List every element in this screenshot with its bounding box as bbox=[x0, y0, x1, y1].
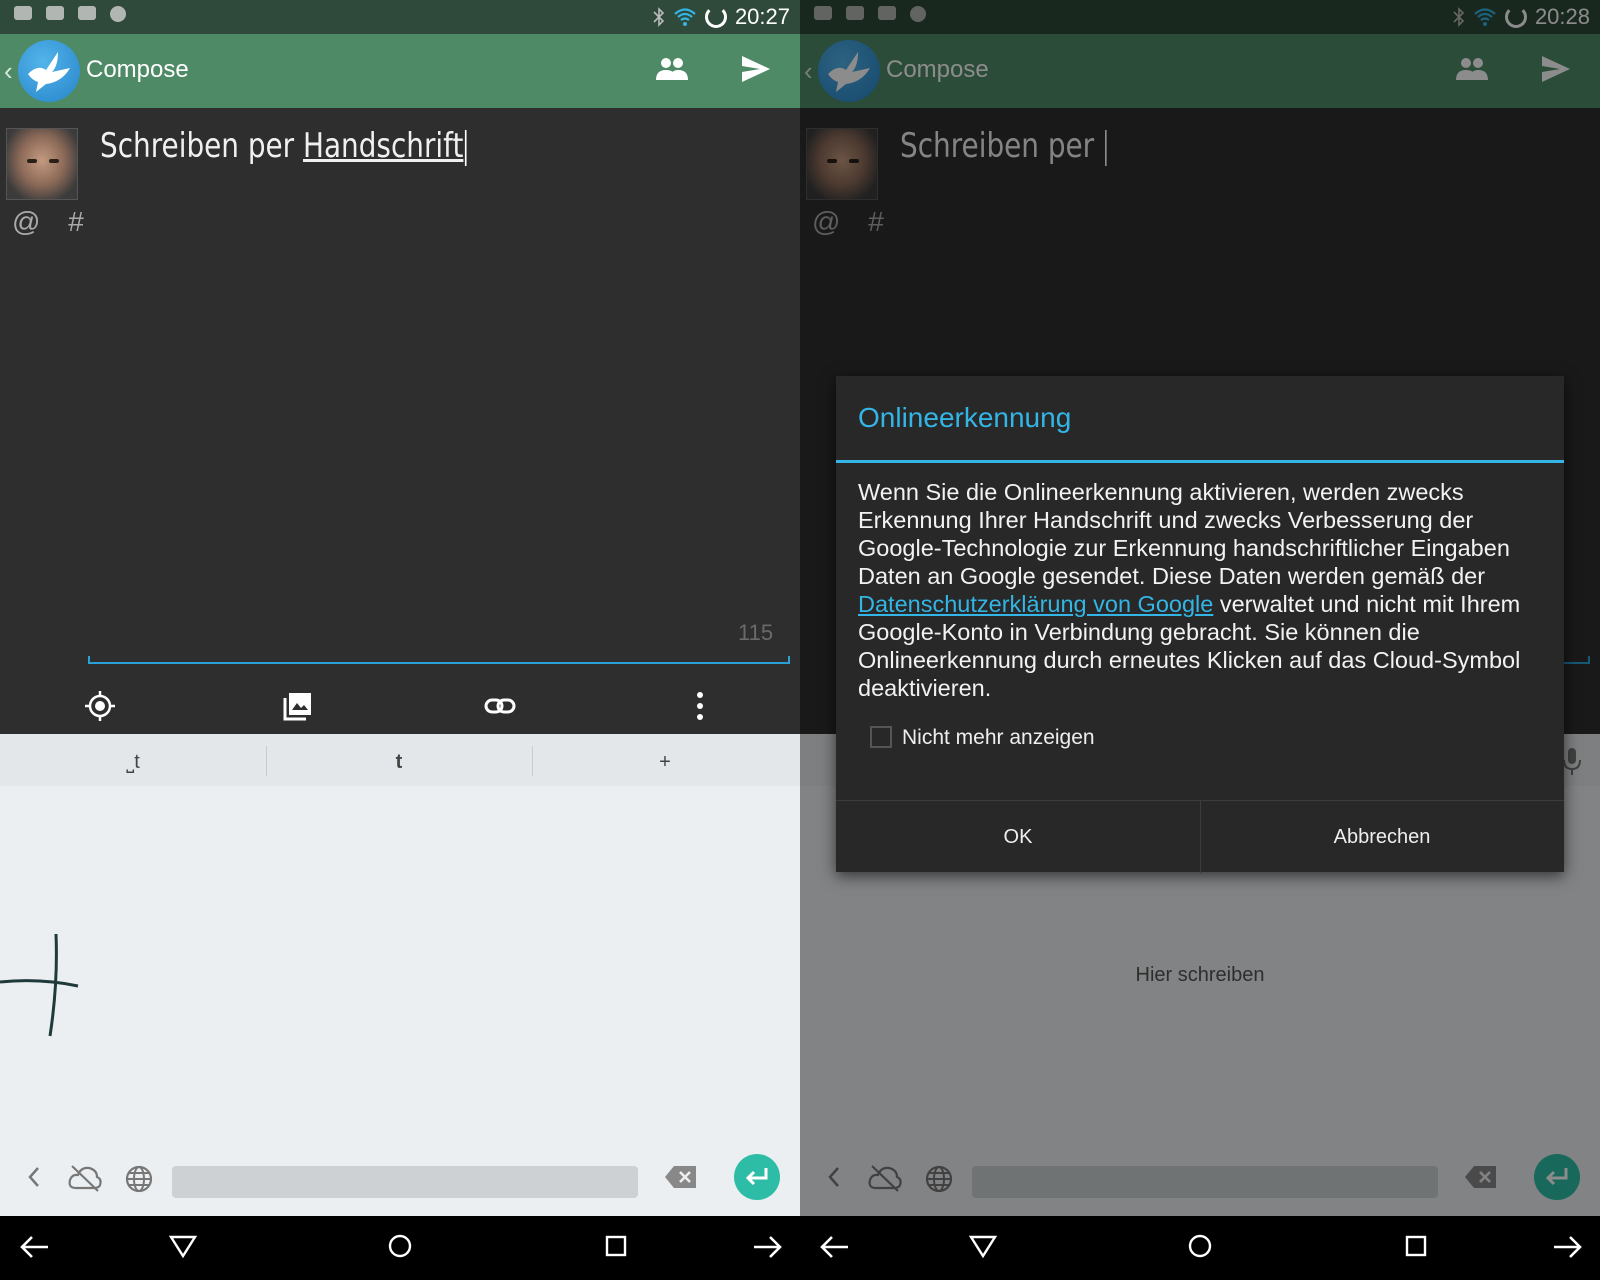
contacts-icon[interactable] bbox=[656, 56, 688, 82]
compose-area: @ # Schreiben per Handschrift 115 bbox=[0, 108, 800, 734]
location-icon[interactable] bbox=[84, 690, 116, 722]
recents-square-icon[interactable] bbox=[1404, 1232, 1428, 1260]
cloud-off-icon[interactable] bbox=[68, 1164, 102, 1192]
nav-right-arrow-icon[interactable] bbox=[1550, 1232, 1584, 1262]
dialog-message-part-1: Wenn Sie die Onlineerkennung aktivieren,… bbox=[858, 479, 1510, 589]
cancel-button[interactable]: Abbrechen bbox=[1200, 801, 1564, 873]
mention-hashtag-shortcuts[interactable]: @ # bbox=[12, 206, 94, 238]
home-circle-icon[interactable] bbox=[1186, 1232, 1214, 1260]
page-title: Compose bbox=[86, 56, 189, 83]
app-notification-icon bbox=[78, 6, 96, 20]
avatar bbox=[6, 128, 78, 200]
navigation-bar bbox=[0, 1216, 800, 1280]
recents-square-icon[interactable] bbox=[604, 1232, 628, 1260]
enter-button[interactable] bbox=[734, 1154, 780, 1200]
sync-spinner-icon bbox=[704, 6, 727, 28]
back-chevron-icon[interactable] bbox=[26, 1164, 42, 1190]
nav-right-arrow-icon[interactable] bbox=[750, 1232, 784, 1262]
suggestion-3[interactable]: + bbox=[532, 734, 798, 786]
cloud-notification-icon bbox=[46, 6, 64, 20]
suggestion-1[interactable]: ⎵t bbox=[0, 734, 266, 786]
up-chevron-icon[interactable]: ‹ bbox=[4, 56, 13, 87]
image-gallery-icon[interactable] bbox=[282, 690, 314, 722]
notification-icons bbox=[14, 6, 126, 22]
link-icon[interactable] bbox=[484, 690, 516, 722]
navigation-bar bbox=[800, 1216, 1600, 1280]
keyboard-notification-icon bbox=[14, 6, 32, 20]
nav-left-arrow-icon[interactable] bbox=[818, 1232, 852, 1262]
remaining-char-count: 115 bbox=[738, 620, 774, 645]
tweet-text-input[interactable]: Schreiben per Handschrift bbox=[100, 126, 467, 166]
privacy-policy-link[interactable]: Datenschutzerklärung von Google bbox=[858, 591, 1213, 617]
sync-notification-icon bbox=[110, 6, 126, 22]
send-icon[interactable] bbox=[740, 54, 772, 84]
backspace-icon[interactable] bbox=[664, 1164, 698, 1190]
left-screen: 20:27 ‹ Compose @ # Schreiben per Handsc… bbox=[0, 0, 800, 1280]
handwriting-keyboard[interactable]: ⎵t t + bbox=[0, 734, 800, 1216]
dialog-title-divider bbox=[836, 460, 1564, 463]
wifi-icon bbox=[674, 8, 696, 26]
tweet-text-plain: Schreiben per bbox=[100, 126, 304, 166]
dialog-button-bar: OK Abbrechen bbox=[836, 800, 1564, 873]
keyboard-bottom-row bbox=[0, 1154, 800, 1206]
compose-action-bar bbox=[0, 678, 800, 734]
dialog-title: Onlineerkennung bbox=[858, 402, 1072, 433]
bluetooth-icon bbox=[653, 7, 665, 27]
enter-arrow-icon bbox=[745, 1168, 768, 1186]
suggestion-strip: ⎵t t + bbox=[0, 734, 800, 786]
globe-icon[interactable] bbox=[124, 1164, 154, 1194]
handwriting-stroke bbox=[0, 934, 79, 1037]
overflow-menu-icon[interactable] bbox=[684, 690, 716, 722]
clock: 20:27 bbox=[734, 4, 790, 29]
action-bar: ‹ Compose bbox=[0, 34, 800, 108]
status-bar: 20:27 bbox=[0, 0, 800, 34]
tweet-text-composing-word: Handschrift bbox=[303, 126, 464, 166]
right-screen: 20:28 ‹ Compose @ # Schreiben per Hier s… bbox=[800, 0, 1600, 1280]
space-bar[interactable] bbox=[172, 1166, 638, 1198]
nav-left-arrow-icon[interactable] bbox=[18, 1232, 52, 1262]
ok-button[interactable]: OK bbox=[836, 801, 1200, 873]
suggestion-2[interactable]: t bbox=[266, 734, 532, 786]
dont-show-again-label[interactable]: Nicht mehr anzeigen bbox=[902, 726, 1095, 750]
dont-show-again-checkbox[interactable] bbox=[870, 726, 892, 748]
text-cursor bbox=[465, 129, 467, 166]
back-triangle-icon[interactable] bbox=[168, 1232, 198, 1260]
dialog-message: Wenn Sie die Onlineerkennung aktivieren,… bbox=[858, 478, 1548, 702]
app-logo-bird-icon[interactable] bbox=[18, 40, 80, 102]
home-circle-icon[interactable] bbox=[386, 1232, 414, 1260]
input-underline bbox=[88, 656, 790, 664]
online-recognition-dialog: Onlineerkennung Wenn Sie die Onlineerken… bbox=[836, 376, 1564, 873]
back-triangle-icon[interactable] bbox=[968, 1232, 998, 1260]
